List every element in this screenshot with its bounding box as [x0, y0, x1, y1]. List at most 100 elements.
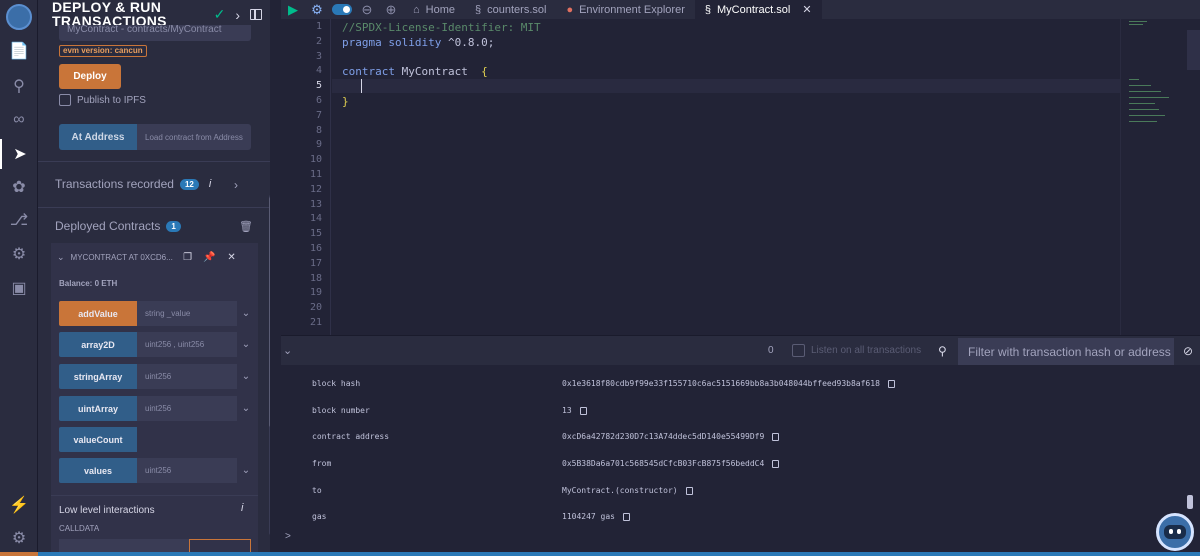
- function-array2d: array2D uint256 , uint256 ⌄: [59, 332, 255, 357]
- contract-balance: Balance: 0 ETH: [59, 279, 118, 288]
- stringarray-button[interactable]: stringArray: [59, 364, 137, 389]
- chevron-down-icon[interactable]: ⌄: [237, 364, 255, 389]
- status-bar-accent: [0, 552, 38, 556]
- at-address-button[interactable]: At Address: [59, 124, 137, 150]
- copy-icon[interactable]: [622, 512, 630, 521]
- terminal-prompt[interactable]: >: [285, 531, 291, 542]
- valuecount-button[interactable]: valueCount: [59, 427, 137, 452]
- code-line-1: //SPDX-License-Identifier: MIT: [342, 21, 541, 34]
- icon-rail: 📄 ⚲ ∞ ➤ ✿ ⎇ ⚙ ▣ ⚡ ⚙: [0, 0, 38, 556]
- ai-assistant-icon[interactable]: ⚙: [305, 2, 329, 18]
- deploy-button[interactable]: Deploy: [59, 64, 121, 89]
- terminal-scrollbar[interactable]: [1187, 495, 1193, 509]
- plugin-manager-icon[interactable]: ⚙: [0, 239, 38, 269]
- copy-icon[interactable]: ❐: [181, 252, 195, 263]
- publish-ipfs-label: Publish to IPFS: [77, 94, 146, 106]
- uintarray-button[interactable]: uintArray: [59, 396, 137, 421]
- array2d-button[interactable]: array2D: [59, 332, 137, 357]
- tab-mycontract-label: MyContract.sol: [717, 3, 791, 16]
- chevron-right-icon[interactable]: ›: [235, 7, 240, 23]
- low-level-interactions-label: Low level interactions: [59, 505, 155, 516]
- info-icon[interactable]: i: [241, 502, 243, 514]
- addvalue-button[interactable]: addValue: [59, 301, 137, 326]
- chevron-down-icon[interactable]: ⌄: [237, 458, 255, 483]
- minimap-line: [1129, 121, 1157, 122]
- filter-input[interactable]: Filter with transaction hash or address: [958, 338, 1174, 365]
- array2d-input[interactable]: uint256 , uint256: [137, 332, 237, 357]
- chevron-down-icon[interactable]: ⌄: [237, 332, 255, 357]
- publish-ipfs-checkbox[interactable]: [59, 94, 71, 106]
- home-icon: ⌂: [413, 3, 420, 16]
- copy-icon[interactable]: [887, 379, 895, 388]
- minimap-line: [1129, 24, 1143, 25]
- panel-scrollbar-thumb[interactable]: [269, 197, 270, 427]
- line-number: 21: [309, 317, 322, 328]
- settings-gear-icon[interactable]: ⚙: [0, 523, 38, 553]
- copy-icon[interactable]: [579, 406, 587, 415]
- zoom-in-icon[interactable]: ⊕: [379, 2, 403, 18]
- contract-select[interactable]: MyContract - contracts/MyContract: [59, 25, 251, 41]
- dock-panel-icon[interactable]: [250, 9, 262, 20]
- chevron-down-icon[interactable]: ⌄: [237, 396, 255, 421]
- minimap-line: [1129, 115, 1165, 116]
- plug-icon[interactable]: ⚡: [0, 490, 38, 520]
- contract-instance-name[interactable]: MYCONTRACT AT 0XCD6...99D: [71, 253, 173, 262]
- run-icon[interactable]: ▶: [281, 2, 305, 18]
- tx-row-contract-address: contract address 0xcD6a42782d230D7c13A74…: [312, 432, 1162, 441]
- line-number: 3: [315, 51, 322, 62]
- trash-icon[interactable]: 🗑: [239, 220, 253, 233]
- line-number: 6: [315, 95, 322, 106]
- solidity-compiler-icon[interactable]: ∞: [0, 105, 38, 135]
- remix-logo-icon[interactable]: [0, 0, 38, 34]
- close-icon[interactable]: ✕: [225, 252, 239, 263]
- learn-icon[interactable]: ▣: [0, 273, 38, 303]
- copy-icon[interactable]: [772, 432, 780, 441]
- tab-home-label: Home: [425, 3, 455, 16]
- ai-assistant-bot-icon[interactable]: [1156, 513, 1194, 551]
- line-number: 10: [309, 154, 322, 165]
- info-icon[interactable]: i: [209, 178, 211, 190]
- chevron-down-icon[interactable]: ⌄: [237, 301, 255, 326]
- addvalue-input[interactable]: string _value: [137, 301, 237, 326]
- panel-title: DEPLOY & RUN TRANSACTIONS: [52, 0, 167, 29]
- transactions-recorded-row[interactable]: Transactions recorded 12 i: [55, 177, 211, 191]
- editor-scrollbar[interactable]: [1187, 30, 1200, 70]
- publish-ipfs-row: Publish to IPFS: [59, 94, 146, 106]
- tab-mycontract[interactable]: § MyContract.sol ✕: [694, 0, 822, 19]
- terminal-output: block hash 0x1e3618f80cdb9f99e33f155710c…: [281, 365, 1200, 556]
- tx-row-from: from 0x5B38Da6a701c568545dCfcB03FcB875f5…: [312, 459, 1162, 468]
- file-explorer-icon[interactable]: 📄: [0, 36, 38, 66]
- tab-environment-explorer[interactable]: ● Environment Explorer: [556, 0, 694, 19]
- chevron-down-icon[interactable]: ⌄: [57, 252, 65, 263]
- close-tab-icon[interactable]: ✕: [802, 3, 811, 16]
- line-number: 15: [309, 228, 322, 239]
- values-button[interactable]: values: [59, 458, 137, 483]
- clear-console-icon[interactable]: ⊘: [1183, 344, 1193, 358]
- uintarray-input[interactable]: uint256: [137, 396, 237, 421]
- pin-icon[interactable]: 📌: [203, 252, 217, 263]
- tab-home[interactable]: ⌂ Home: [403, 0, 465, 19]
- ai-toggle[interactable]: [332, 4, 352, 15]
- function-stringarray: stringArray uint256 ⌄: [59, 364, 255, 389]
- debugger-icon[interactable]: ✿: [0, 172, 38, 202]
- at-address-input[interactable]: Load contract from Address: [137, 124, 251, 150]
- deploy-run-icon[interactable]: ➤: [0, 139, 38, 169]
- values-input[interactable]: uint256: [137, 458, 237, 483]
- calldata-label: CALLDATA: [59, 524, 100, 533]
- minimap-line: [1129, 91, 1161, 92]
- listen-all-checkbox[interactable]: [792, 344, 805, 357]
- zoom-out-icon[interactable]: ⊖: [355, 2, 379, 18]
- line-number: 18: [309, 273, 322, 284]
- copy-icon[interactable]: [772, 459, 780, 468]
- collapse-terminal-icon[interactable]: ⌄: [283, 344, 292, 357]
- deployed-contracts-label: Deployed Contracts: [55, 219, 161, 233]
- git-icon[interactable]: ⎇: [0, 205, 38, 235]
- copy-icon[interactable]: [685, 486, 693, 495]
- code-editor[interactable]: 1 2 3 4 5 6 7 8 9 10 11 12 13 14 15 16 1…: [281, 19, 1200, 335]
- stringarray-input[interactable]: uint256: [137, 364, 237, 389]
- tab-counters[interactable]: § counters.sol: [465, 0, 556, 19]
- search-icon[interactable]: ⚲: [0, 71, 38, 101]
- line-number: 17: [309, 258, 322, 269]
- chevron-right-icon[interactable]: ›: [234, 178, 238, 192]
- line-number: 16: [309, 243, 322, 254]
